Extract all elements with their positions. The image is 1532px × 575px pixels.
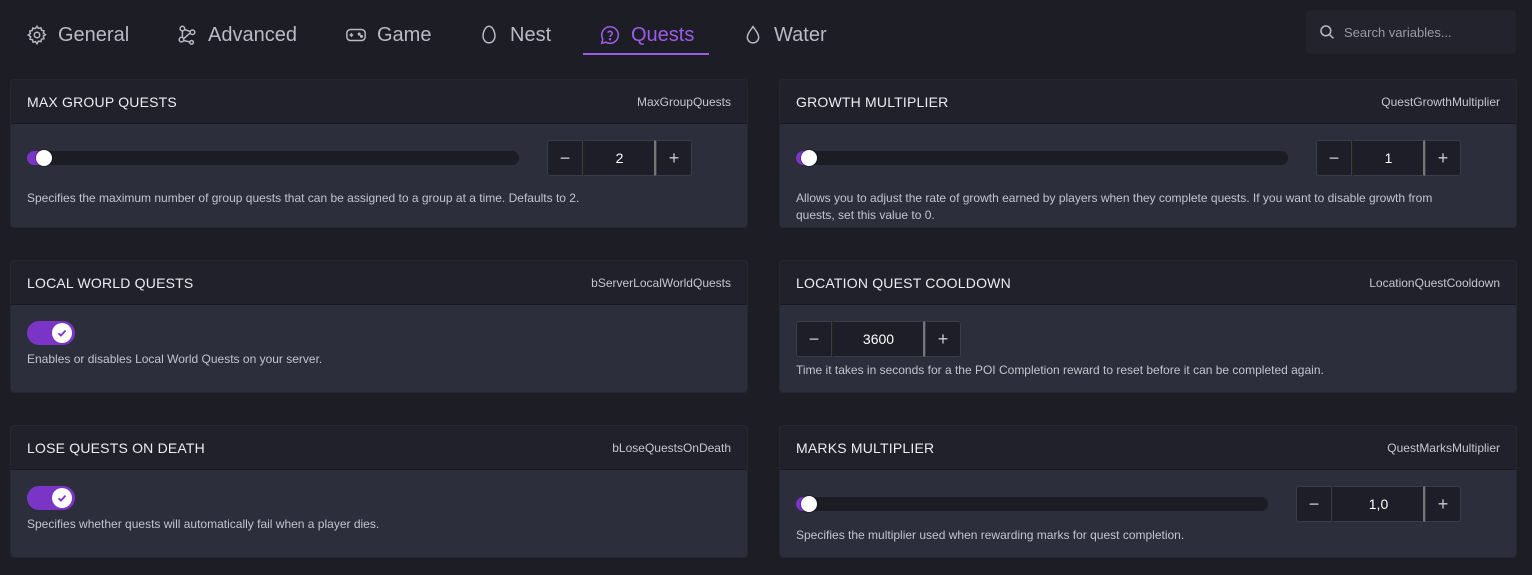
setting-card-max-group-quests: MAX GROUP QUESTS MaxGroupQuests − + Spec… xyxy=(10,79,748,228)
setting-variable-name: LocationQuestCooldown xyxy=(1369,275,1500,290)
setting-title: MARKS MULTIPLIER xyxy=(796,439,935,456)
decrement-button[interactable]: − xyxy=(1296,486,1332,522)
setting-description: Enables or disables Local World Quests o… xyxy=(27,352,323,366)
decrement-button[interactable]: − xyxy=(796,321,832,357)
setting-card-marks-multiplier: MARKS MULTIPLIER QuestMarksMultiplier − … xyxy=(779,425,1517,558)
search-icon xyxy=(1320,25,1334,39)
description-line: quests, set this value to 0. xyxy=(796,208,935,222)
description-line: Allows you to adjust the rate of growth … xyxy=(796,191,1433,205)
setting-description: Specifies the maximum number of group qu… xyxy=(27,191,580,205)
setting-card-lose-quests-on-death: LOSE QUESTS ON DEATH bLoseQuestsOnDeath … xyxy=(10,425,748,558)
egg-icon xyxy=(482,25,496,44)
tab-label: Advanced xyxy=(208,23,297,46)
decrement-button[interactable]: − xyxy=(547,140,583,176)
nodes-icon xyxy=(178,25,196,45)
slider-row: − + xyxy=(796,124,1500,190)
setting-card-growth-multiplier: GROWTH MULTIPLIER QuestGrowthMultiplier … xyxy=(779,79,1517,228)
increment-button[interactable]: + xyxy=(925,321,961,357)
number-stepper: − + xyxy=(796,321,961,357)
setting-title: LOCATION QUEST COOLDOWN xyxy=(796,274,1011,291)
slider-thumb[interactable] xyxy=(36,150,52,166)
tab-water[interactable]: Water xyxy=(742,16,827,54)
gamepad-icon xyxy=(346,28,366,42)
tab-quests[interactable]: Quests xyxy=(583,16,709,55)
setting-description: Specifies whether quests will automatica… xyxy=(27,517,380,531)
gear-icon xyxy=(27,25,47,46)
increment-button[interactable]: + xyxy=(656,140,692,176)
card-header: MAX GROUP QUESTS MaxGroupQuests xyxy=(11,80,747,124)
setting-title: GROWTH MULTIPLIER xyxy=(796,93,949,110)
increment-button[interactable]: + xyxy=(1425,140,1461,176)
number-stepper: − + xyxy=(1296,486,1461,522)
decrement-button[interactable]: − xyxy=(1316,140,1352,176)
tab-general[interactable]: General xyxy=(26,16,129,54)
slider-thumb[interactable] xyxy=(801,496,817,512)
slider-track[interactable] xyxy=(796,497,1268,511)
tab-label: Quests xyxy=(631,23,695,46)
tab-label: Water xyxy=(774,23,827,46)
setting-variable-name: QuestMarksMultiplier xyxy=(1387,440,1500,455)
search-box xyxy=(1306,10,1516,54)
card-header: LOSE QUESTS ON DEATH bLoseQuestsOnDeath xyxy=(11,426,747,470)
setting-title: MAX GROUP QUESTS xyxy=(27,93,177,110)
question-bubble-icon xyxy=(600,25,620,45)
checkmark-icon xyxy=(57,494,67,502)
tab-label: Nest xyxy=(510,23,552,46)
setting-variable-name: bServerLocalWorldQuests xyxy=(591,275,731,290)
slider-thumb[interactable] xyxy=(801,150,817,166)
tab-advanced[interactable]: Advanced xyxy=(176,16,297,54)
value-input[interactable] xyxy=(583,140,656,176)
card-header: GROWTH MULTIPLIER QuestGrowthMultiplier xyxy=(780,80,1516,124)
tab-nest[interactable]: Nest xyxy=(478,16,551,54)
increment-button[interactable]: + xyxy=(1425,486,1461,522)
value-input[interactable] xyxy=(832,321,925,357)
slider-row: − + xyxy=(27,124,731,190)
setting-card-location-quest-cooldown: LOCATION QUEST COOLDOWN LocationQuestCoo… xyxy=(779,260,1517,393)
slider-track[interactable] xyxy=(796,151,1288,165)
slider-track[interactable] xyxy=(27,151,519,165)
toggle-switch[interactable] xyxy=(27,486,75,510)
setting-variable-name: QuestGrowthMultiplier xyxy=(1381,94,1500,109)
droplet-icon xyxy=(746,25,760,44)
setting-description: Time it takes in seconds for a the POI C… xyxy=(796,363,1324,377)
setting-title: LOSE QUESTS ON DEATH xyxy=(27,439,205,456)
toggle-knob xyxy=(52,488,72,508)
number-stepper: − + xyxy=(547,140,692,176)
search-input[interactable] xyxy=(1344,24,1504,40)
value-input[interactable] xyxy=(1332,486,1425,522)
toggle-knob xyxy=(52,323,72,343)
setting-variable-name: MaxGroupQuests xyxy=(636,94,731,109)
value-input[interactable] xyxy=(1352,140,1425,176)
number-stepper: − + xyxy=(1316,140,1461,176)
card-header: LOCAL WORLD QUESTS bServerLocalWorldQues… xyxy=(11,261,747,305)
card-header: MARKS MULTIPLIER QuestMarksMultiplier xyxy=(780,426,1516,470)
tab-label: General xyxy=(58,23,130,46)
card-header: LOCATION QUEST COOLDOWN LocationQuestCoo… xyxy=(780,261,1516,305)
setting-description: Allows you to adjust the rate of growth … xyxy=(796,190,1500,224)
setting-card-local-world-quests: LOCAL WORLD QUESTS bServerLocalWorldQues… xyxy=(10,260,748,393)
checkmark-icon xyxy=(57,329,67,337)
toggle-switch[interactable] xyxy=(27,321,75,345)
tab-label: Game xyxy=(377,23,432,46)
tab-game[interactable]: Game xyxy=(345,16,431,54)
setting-variable-name: bLoseQuestsOnDeath xyxy=(612,440,731,455)
tab-bar: General Advanced Game Nest Quests Water xyxy=(0,0,1532,62)
setting-description: Specifies the multiplier used when rewar… xyxy=(796,528,1185,542)
setting-title: LOCAL WORLD QUESTS xyxy=(27,274,194,291)
